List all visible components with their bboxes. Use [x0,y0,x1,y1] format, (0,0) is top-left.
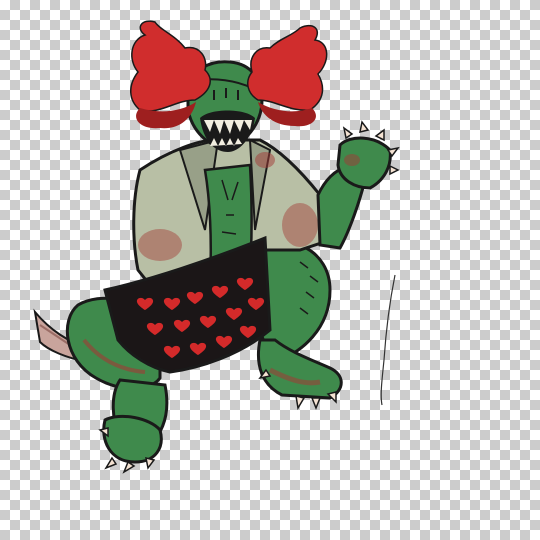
raised-arm [316,120,400,250]
transparent-canvas [0,0,540,540]
sketch-lines [380,274,396,406]
monster-illustration [33,20,400,474]
